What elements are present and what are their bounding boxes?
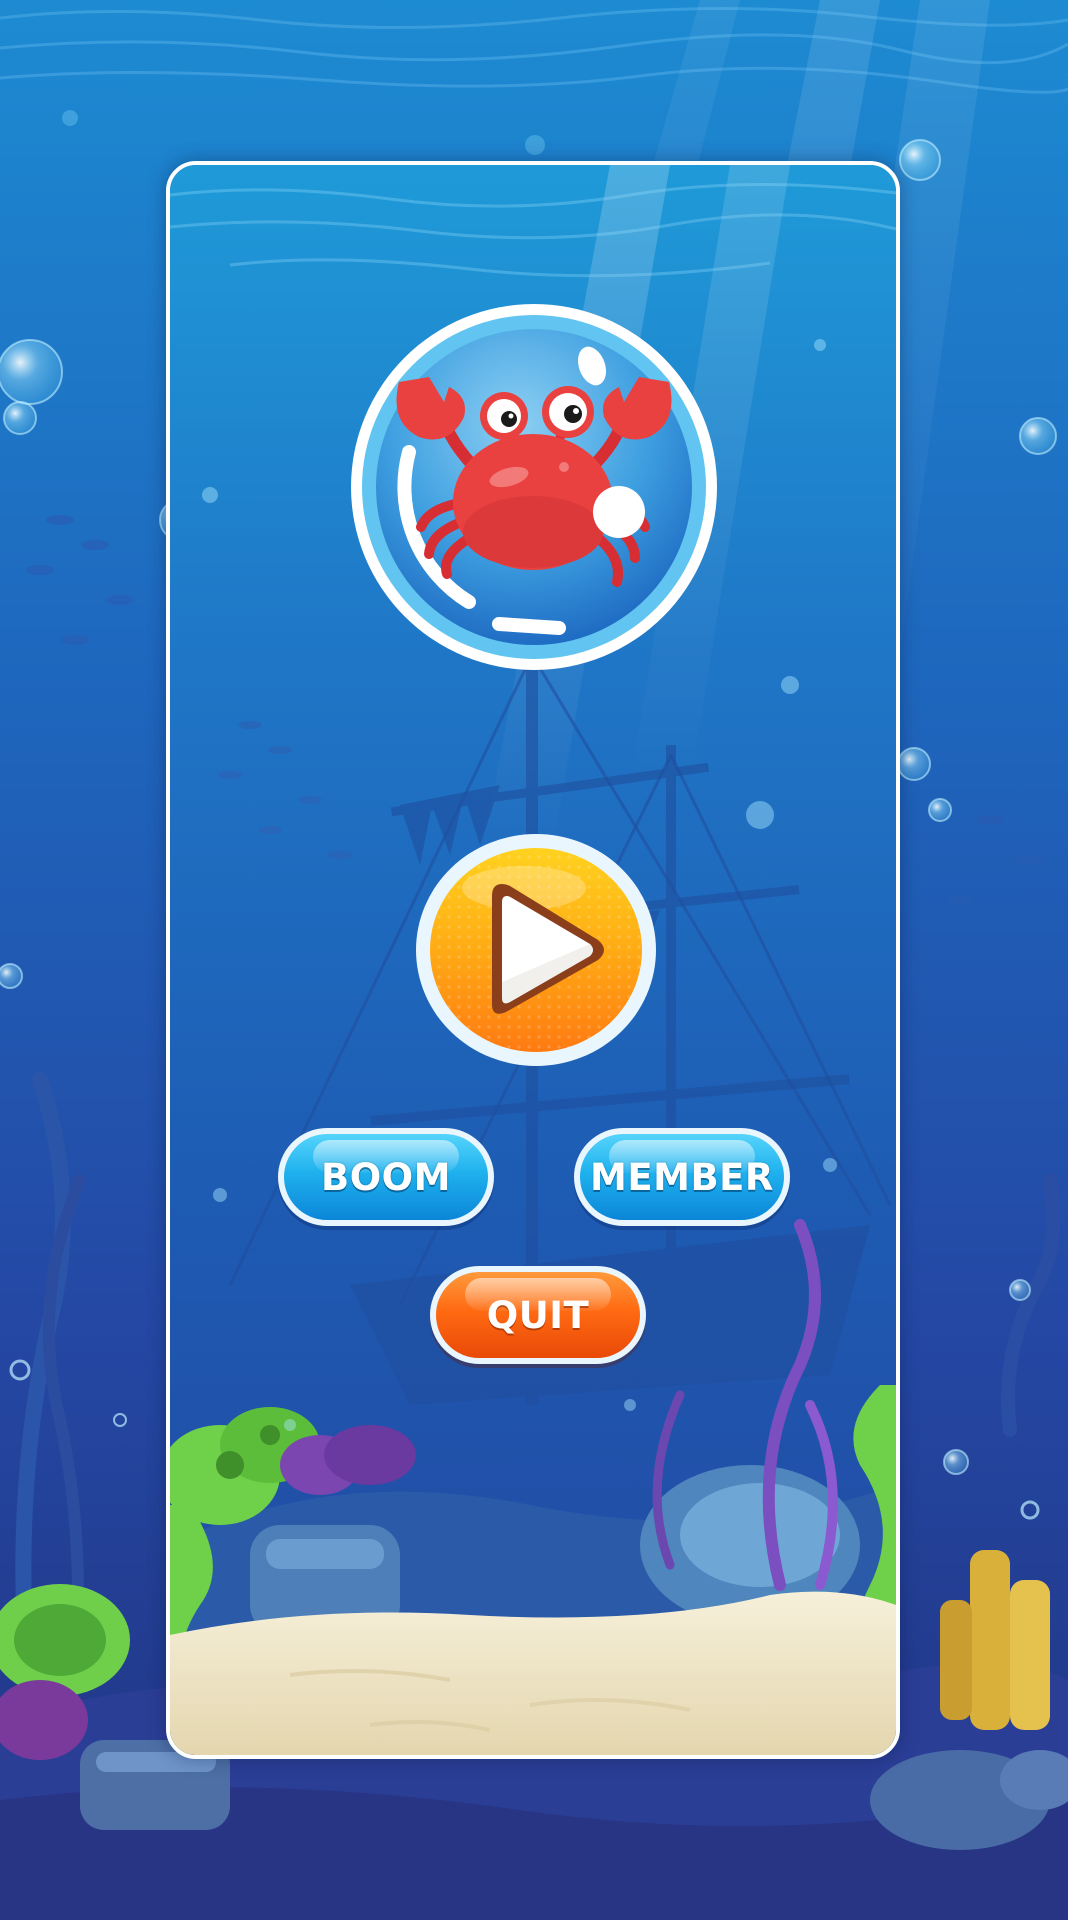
play-button[interactable] [414, 832, 658, 1068]
quit-button[interactable]: QUIT [430, 1266, 646, 1364]
crab-icon [351, 304, 717, 670]
play-icon [416, 834, 656, 1066]
boom-button[interactable]: BOOM [278, 1128, 494, 1226]
boom-button-label: BOOM [321, 1155, 451, 1199]
member-button-label: MEMBER [590, 1155, 774, 1199]
quit-button-label: QUIT [486, 1293, 590, 1337]
crab-avatar [349, 302, 719, 672]
member-button[interactable]: MEMBER [574, 1128, 790, 1226]
